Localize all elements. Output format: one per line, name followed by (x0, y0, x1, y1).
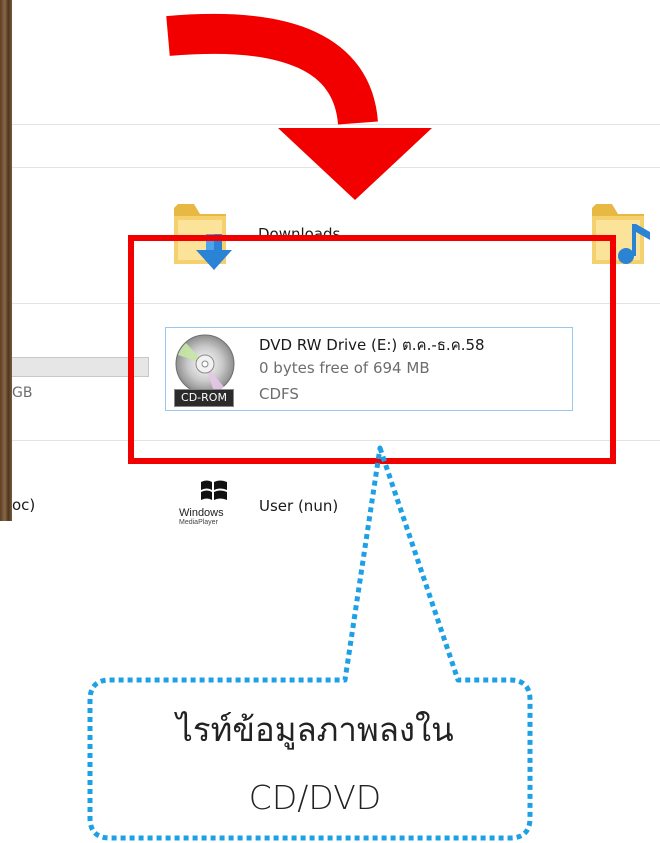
callout-text-line1: ไรท์ข้อมูลภาพลงใน (176, 710, 454, 749)
callout-text-line2: CD/DVD (248, 778, 382, 817)
